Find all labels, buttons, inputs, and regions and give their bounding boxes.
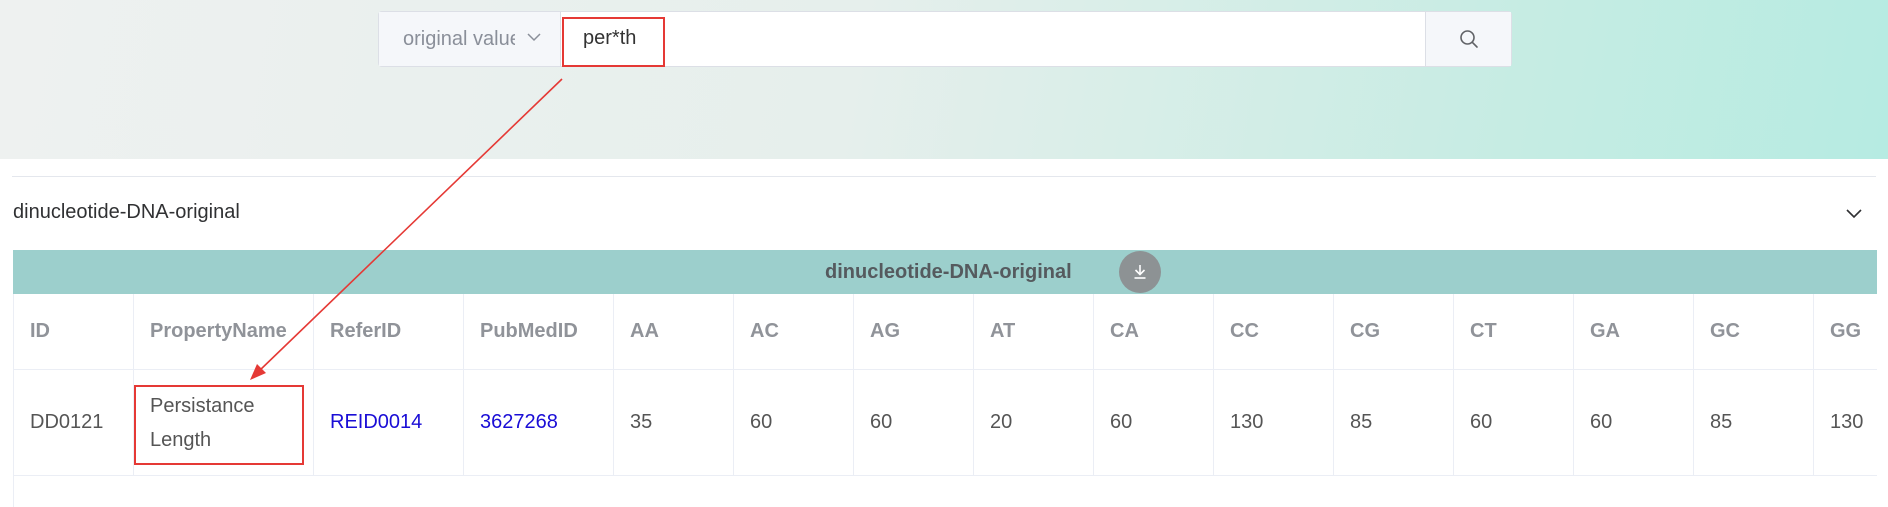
download-icon: [1134, 265, 1146, 279]
section-divider: [12, 176, 1876, 177]
column-header[interactable]: GA: [1574, 294, 1694, 370]
column-header[interactable]: PubMedID: [464, 294, 614, 370]
search-button[interactable]: [1425, 12, 1511, 66]
section-title[interactable]: dinucleotide-DNA-original: [13, 201, 240, 224]
table-cell: 60: [1094, 370, 1214, 476]
search-input[interactable]: per*th: [561, 12, 1425, 66]
table-banner: dinucleotide-DNA-original: [13, 250, 1877, 294]
column-header[interactable]: CG: [1334, 294, 1454, 370]
download-button[interactable]: [1119, 251, 1161, 293]
column-header[interactable]: GC: [1694, 294, 1814, 370]
table-empty-area: [13, 476, 1877, 507]
search-icon: [1459, 30, 1478, 48]
refer-id-link[interactable]: REID0014: [314, 370, 464, 476]
search-field-select[interactable]: original value: [379, 12, 561, 66]
column-header[interactable]: AA: [614, 294, 734, 370]
column-header[interactable]: CA: [1094, 294, 1214, 370]
column-header[interactable]: AG: [854, 294, 974, 370]
table-cell-id: DD0121: [14, 370, 134, 476]
pubmed-id-link[interactable]: 3627268: [464, 370, 614, 476]
search-field-select-value: original value: [403, 27, 515, 50]
table-cell: 130: [1214, 370, 1334, 476]
search-bar: original value per*th: [378, 11, 1512, 67]
column-header[interactable]: ID: [14, 294, 134, 370]
column-header[interactable]: PropertyName: [134, 294, 314, 370]
chevron-down-icon: [527, 33, 541, 42]
property-name-highlight: [134, 385, 304, 465]
table-cell: 85: [1694, 370, 1814, 476]
table-cell: 85: [1334, 370, 1454, 476]
column-header[interactable]: CC: [1214, 294, 1334, 370]
table-header-row: ID PropertyName ReferID PubMedID AA AC A…: [14, 294, 1877, 370]
column-header[interactable]: CT: [1454, 294, 1574, 370]
search-query-highlight: [562, 17, 665, 67]
table-cell: 60: [1574, 370, 1694, 476]
table-cell: 20: [974, 370, 1094, 476]
column-header[interactable]: GG: [1814, 294, 1877, 370]
table-cell: 130: [1814, 370, 1877, 476]
table-cell: 35: [614, 370, 734, 476]
chevron-down-icon[interactable]: [1845, 204, 1863, 222]
table-cell: 60: [1454, 370, 1574, 476]
data-table: dinucleotide-DNA-original ID PropertyNam…: [13, 250, 1877, 507]
table-title: dinucleotide-DNA-original: [825, 261, 1072, 283]
table-cell: 60: [854, 370, 974, 476]
column-header[interactable]: ReferID: [314, 294, 464, 370]
table-cell: 60: [734, 370, 854, 476]
column-header[interactable]: AC: [734, 294, 854, 370]
column-header[interactable]: AT: [974, 294, 1094, 370]
